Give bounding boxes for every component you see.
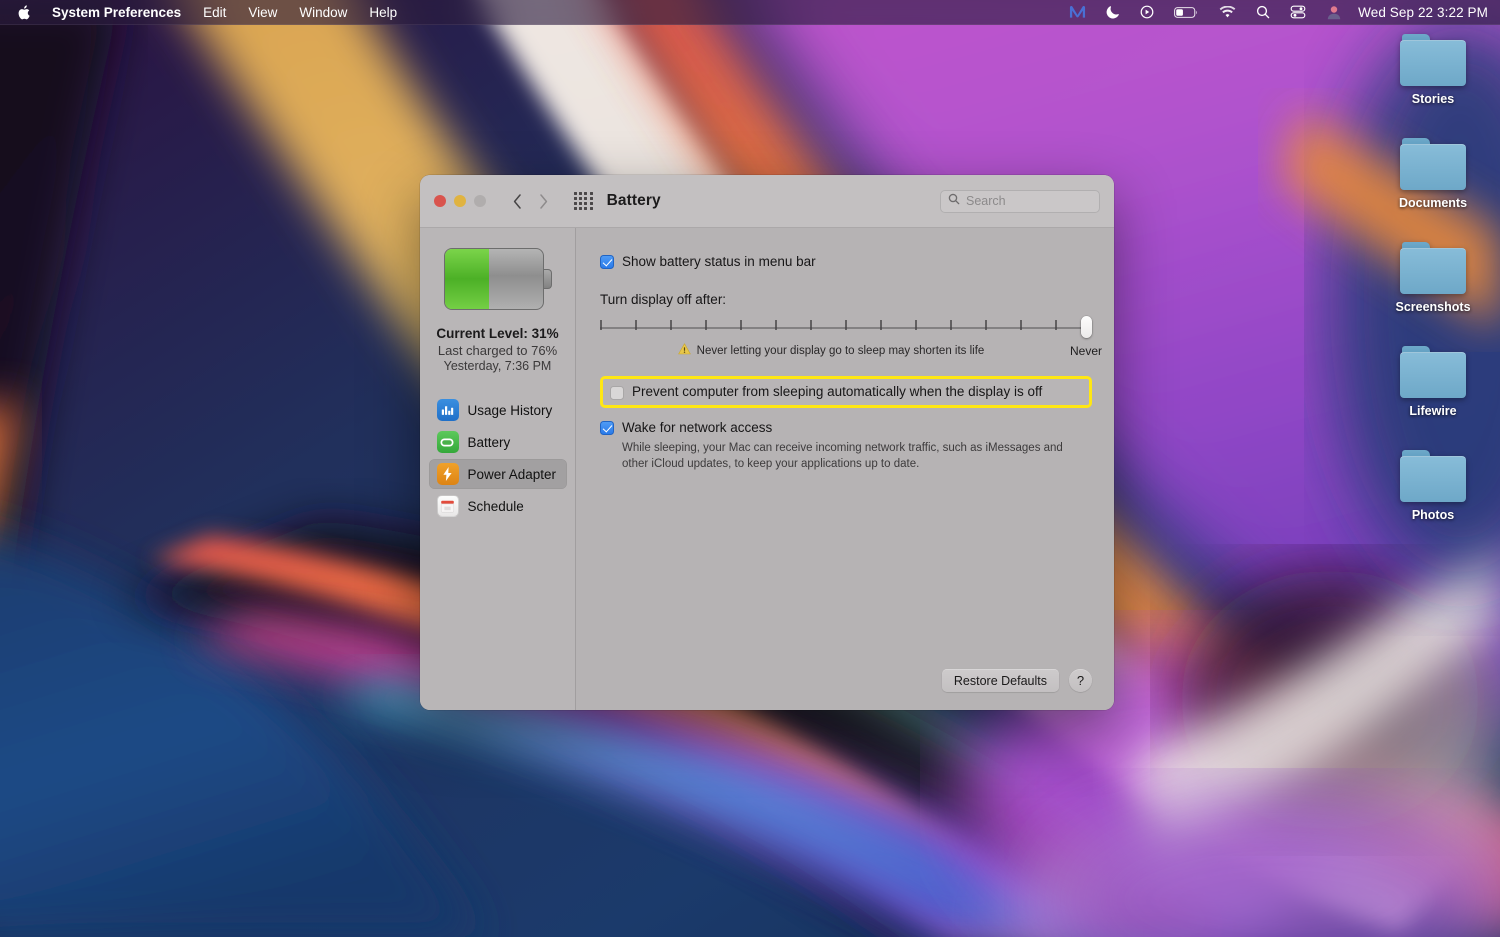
battery-settings-pane: Show battery status in menu bar Turn dis… bbox=[576, 228, 1114, 710]
close-button[interactable] bbox=[434, 195, 446, 207]
spotlight-search-icon[interactable] bbox=[1246, 0, 1280, 25]
display-sleep-warning-row: Never letting your display go to sleep m… bbox=[600, 342, 1092, 360]
menu-bar-status-items: Wed Sep 22 3:22 PM bbox=[1059, 0, 1500, 25]
battery-level-graphic bbox=[444, 248, 552, 310]
folder-icon bbox=[1400, 242, 1466, 294]
turn-display-off-slider[interactable] bbox=[600, 316, 1092, 338]
search-placeholder: Search bbox=[966, 194, 1006, 208]
show-battery-status-label: Show battery status in menu bar bbox=[622, 254, 816, 270]
desktop-folder-documents[interactable]: Documents bbox=[1378, 138, 1488, 210]
sidebar-list: Usage History Battery bbox=[429, 395, 567, 521]
desktop-folder-screenshots[interactable]: Screenshots bbox=[1378, 242, 1488, 314]
window-titlebar[interactable]: Battery Search bbox=[420, 175, 1114, 228]
slider-ticks bbox=[600, 320, 1092, 335]
zoom-button[interactable] bbox=[474, 195, 486, 207]
usage-history-chart-icon bbox=[437, 399, 459, 421]
wake-network-row[interactable]: Wake for network access bbox=[600, 420, 1092, 436]
apple-logo-icon[interactable] bbox=[14, 4, 41, 21]
restore-defaults-button[interactable]: Restore Defaults bbox=[942, 669, 1059, 692]
warning-triangle-icon bbox=[678, 342, 691, 360]
chevron-left-icon[interactable] bbox=[508, 190, 526, 212]
menu-bar: System Preferences Edit View Window Help bbox=[0, 0, 1500, 25]
desktop-folder-icons: Stories Documents Screenshots Lifewire P… bbox=[1378, 34, 1488, 522]
system-preferences-window: Battery Search Current Level: 31% Last c… bbox=[420, 175, 1114, 710]
menu-bar-left: System Preferences Edit View Window Help bbox=[0, 0, 408, 25]
sidebar-item-label: Power Adapter bbox=[468, 467, 557, 482]
folder-icon bbox=[1400, 34, 1466, 86]
sidebar-item-power-adapter[interactable]: Power Adapter bbox=[429, 459, 567, 489]
battery-icon[interactable] bbox=[1164, 0, 1209, 25]
wake-network-description: While sleeping, your Mac can receive inc… bbox=[622, 441, 1092, 472]
user-avatar-icon[interactable] bbox=[1316, 0, 1352, 25]
battery-sidebar: Current Level: 31% Last charged to 76% Y… bbox=[420, 228, 576, 710]
menu-item-edit[interactable]: Edit bbox=[192, 0, 237, 25]
folder-icon bbox=[1400, 346, 1466, 398]
menu-item-system-preferences[interactable]: System Preferences bbox=[41, 0, 192, 25]
screen-recording-icon[interactable] bbox=[1130, 0, 1164, 25]
battery-icon bbox=[437, 431, 459, 453]
menu-item-window[interactable]: Window bbox=[288, 0, 358, 25]
search-icon bbox=[948, 192, 960, 210]
desktop-folder-label: Photos bbox=[1412, 508, 1454, 522]
last-charged-time-text: Yesterday, 7:36 PM bbox=[444, 359, 552, 373]
malwarebytes-icon[interactable] bbox=[1059, 0, 1096, 25]
current-level-text: Current Level: 31% bbox=[436, 326, 558, 341]
wake-network-label: Wake for network access bbox=[622, 420, 772, 436]
sidebar-item-battery[interactable]: Battery bbox=[429, 427, 567, 457]
navigation-buttons bbox=[508, 190, 552, 212]
wake-network-checkbox[interactable] bbox=[600, 421, 614, 435]
desktop-folder-lifewire[interactable]: Lifewire bbox=[1378, 346, 1488, 418]
sidebar-item-label: Usage History bbox=[468, 403, 553, 418]
window-title: Battery bbox=[607, 192, 661, 210]
window-body: Current Level: 31% Last charged to 76% Y… bbox=[420, 228, 1114, 710]
chevron-right-icon[interactable] bbox=[534, 190, 552, 212]
power-adapter-bolt-icon bbox=[437, 463, 459, 485]
prevent-sleep-highlight-box[interactable]: Prevent computer from sleeping automatic… bbox=[600, 376, 1092, 408]
desktop-folder-label: Screenshots bbox=[1395, 300, 1470, 314]
control-center-icon[interactable] bbox=[1280, 0, 1316, 25]
menu-item-help[interactable]: Help bbox=[358, 0, 408, 25]
help-button[interactable]: ? bbox=[1069, 669, 1092, 692]
show-all-grid-icon[interactable] bbox=[574, 192, 593, 211]
turn-display-off-label: Turn display off after: bbox=[600, 292, 1092, 307]
desktop-folder-label: Documents bbox=[1399, 196, 1467, 210]
schedule-calendar-icon bbox=[437, 495, 459, 517]
desktop-folder-label: Lifewire bbox=[1409, 404, 1456, 418]
menu-bar-clock[interactable]: Wed Sep 22 3:22 PM bbox=[1352, 5, 1488, 20]
last-charged-text: Last charged to 76% bbox=[438, 343, 557, 358]
slider-knob[interactable] bbox=[1081, 316, 1092, 338]
window-footer-buttons: Restore Defaults ? bbox=[942, 669, 1092, 692]
do-not-disturb-moon-icon[interactable] bbox=[1096, 0, 1130, 25]
show-battery-status-row[interactable]: Show battery status in menu bar bbox=[600, 254, 1092, 270]
desktop-folder-label: Stories bbox=[1412, 92, 1454, 106]
sidebar-item-label: Battery bbox=[468, 435, 511, 450]
show-battery-status-checkbox[interactable] bbox=[600, 255, 614, 269]
wifi-icon[interactable] bbox=[1209, 0, 1246, 25]
desktop-folder-photos[interactable]: Photos bbox=[1378, 450, 1488, 522]
minimize-button[interactable] bbox=[454, 195, 466, 207]
folder-icon bbox=[1400, 450, 1466, 502]
sidebar-item-schedule[interactable]: Schedule bbox=[429, 491, 567, 521]
sidebar-item-label: Schedule bbox=[468, 499, 524, 514]
slider-value-label: Never bbox=[1070, 344, 1102, 358]
menu-item-view[interactable]: View bbox=[237, 0, 288, 25]
window-traffic-lights bbox=[434, 195, 486, 207]
prevent-sleep-label: Prevent computer from sleeping automatic… bbox=[632, 384, 1042, 400]
prevent-sleep-checkbox[interactable] bbox=[610, 386, 624, 400]
display-sleep-warning-text: Never letting your display go to sleep m… bbox=[697, 345, 985, 357]
folder-icon bbox=[1400, 138, 1466, 190]
search-field[interactable]: Search bbox=[940, 190, 1100, 213]
desktop-folder-stories[interactable]: Stories bbox=[1378, 34, 1488, 106]
sidebar-item-usage-history[interactable]: Usage History bbox=[429, 395, 567, 425]
